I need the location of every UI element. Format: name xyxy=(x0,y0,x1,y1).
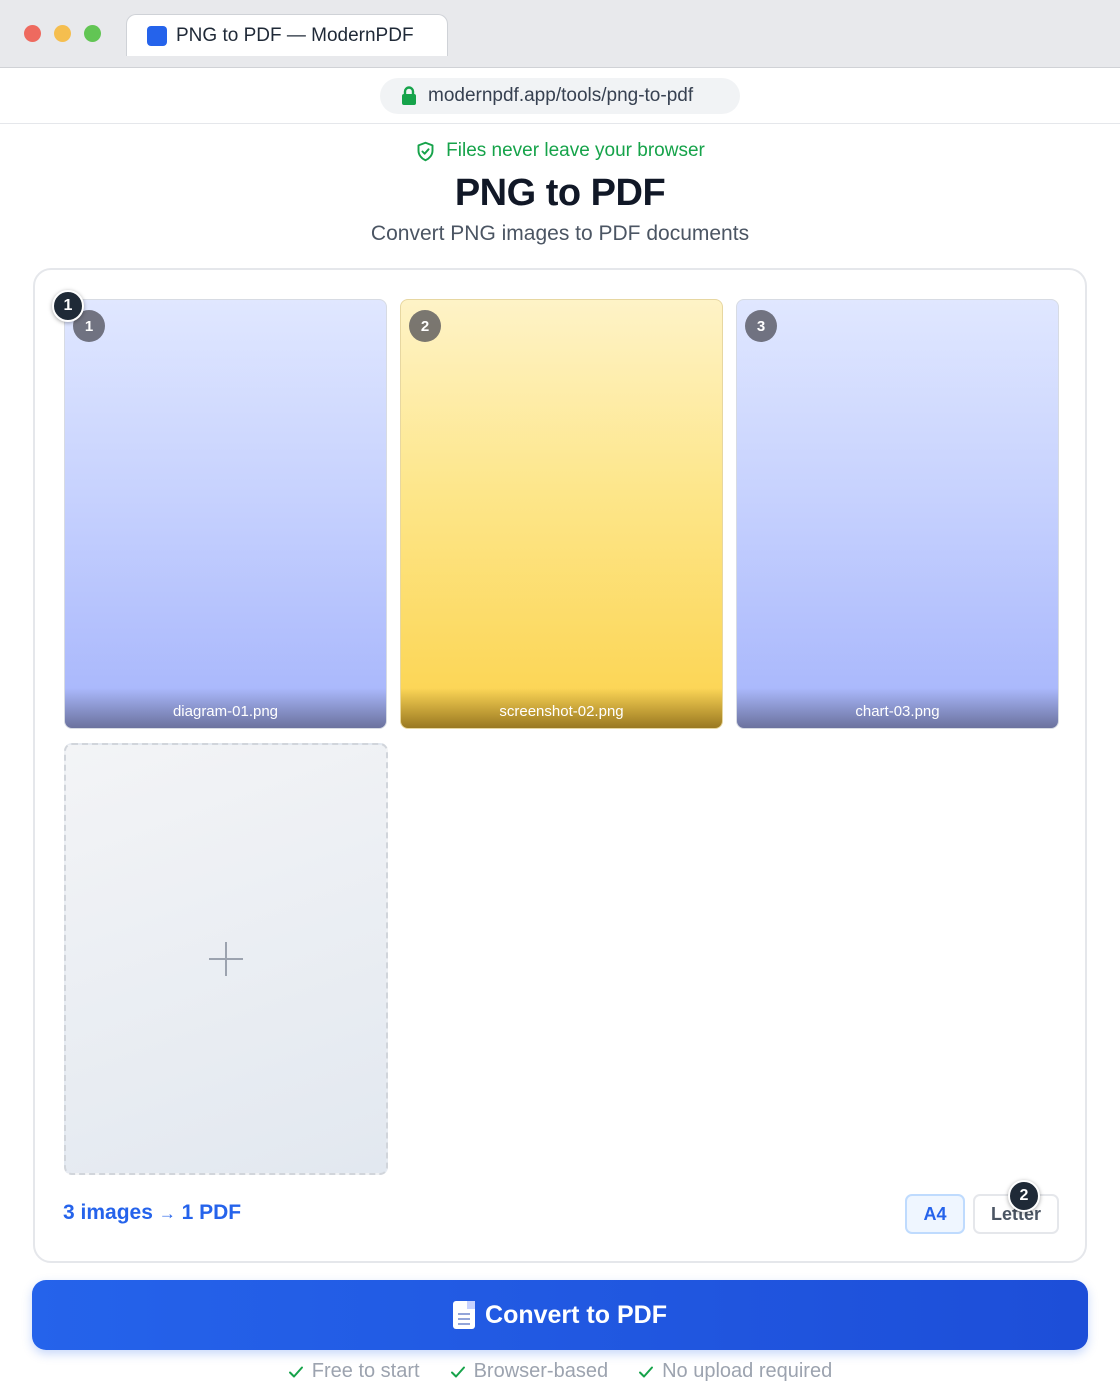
browser-titlebar: PNG to PDF — ModernPDF xyxy=(0,0,1120,68)
check-icon xyxy=(639,1366,654,1377)
conversion-summary: 3 images → 1 PDF xyxy=(63,1201,241,1225)
feature-item: Browser-based xyxy=(450,1360,609,1383)
feature-item: Free to start xyxy=(288,1360,420,1383)
annotation-marker: 2 xyxy=(1008,1180,1040,1212)
feature-label: Free to start xyxy=(311,1360,420,1382)
feature-label: Browser-based xyxy=(473,1360,609,1382)
lock-icon xyxy=(402,86,416,105)
image-thumbnail[interactable]: 1 diagram-01.png xyxy=(64,299,387,729)
url-text: modernpdf.app/tools/png-to-pdf xyxy=(428,85,694,106)
convert-to-pdf-button[interactable]: Convert to PDF xyxy=(32,1280,1088,1350)
result-count: 1 PDF xyxy=(181,1201,242,1224)
close-window-button[interactable] xyxy=(24,25,41,42)
image-filename: diagram-01.png xyxy=(65,688,386,728)
page-subtitle: Convert PNG images to PDF documents xyxy=(370,222,750,245)
page-title: PNG to PDF xyxy=(454,172,666,214)
image-thumbnail[interactable]: 3 chart-03.png xyxy=(736,299,1059,729)
feature-list: Free to start Browser-based No upload re… xyxy=(0,1360,1120,1383)
image-filename: chart-03.png xyxy=(737,688,1058,728)
check-icon xyxy=(450,1366,465,1377)
feature-label: No upload required xyxy=(662,1360,833,1382)
document-icon xyxy=(453,1301,476,1329)
tab-title: PNG to PDF — ModernPDF xyxy=(176,24,414,46)
image-filename: screenshot-02.png xyxy=(401,688,722,728)
annotation-marker: 1 xyxy=(52,290,84,322)
maximize-window-button[interactable] xyxy=(84,25,101,42)
image-order-badge: 2 xyxy=(409,310,441,342)
minimize-window-button[interactable] xyxy=(54,25,71,42)
page-size-a4-button[interactable]: A4 xyxy=(905,1194,965,1234)
feature-item: No upload required xyxy=(638,1360,832,1383)
browser-tab[interactable]: PNG to PDF — ModernPDF xyxy=(126,14,448,56)
image-order-badge: 3 xyxy=(745,310,777,342)
shield-check-icon xyxy=(417,141,434,161)
add-image-button[interactable] xyxy=(64,743,388,1175)
converter-card: 1 diagram-01.png 2 screenshot-02.png 3 c… xyxy=(33,268,1087,1263)
url-field[interactable]: modernpdf.app/tools/png-to-pdf xyxy=(380,78,740,114)
convert-button-label: Convert to PDF xyxy=(485,1300,667,1329)
privacy-note: Files never leave your browser xyxy=(0,140,1120,162)
address-bar: modernpdf.app/tools/png-to-pdf xyxy=(0,68,1120,124)
images-count: 3 images xyxy=(63,1201,153,1224)
check-icon xyxy=(288,1366,303,1377)
arrow-icon: → xyxy=(158,1204,176,1223)
image-thumbnail[interactable]: 2 screenshot-02.png xyxy=(400,299,723,729)
privacy-text: Files never leave your browser xyxy=(446,140,705,161)
favicon-icon xyxy=(147,25,167,46)
plus-icon xyxy=(209,942,243,976)
